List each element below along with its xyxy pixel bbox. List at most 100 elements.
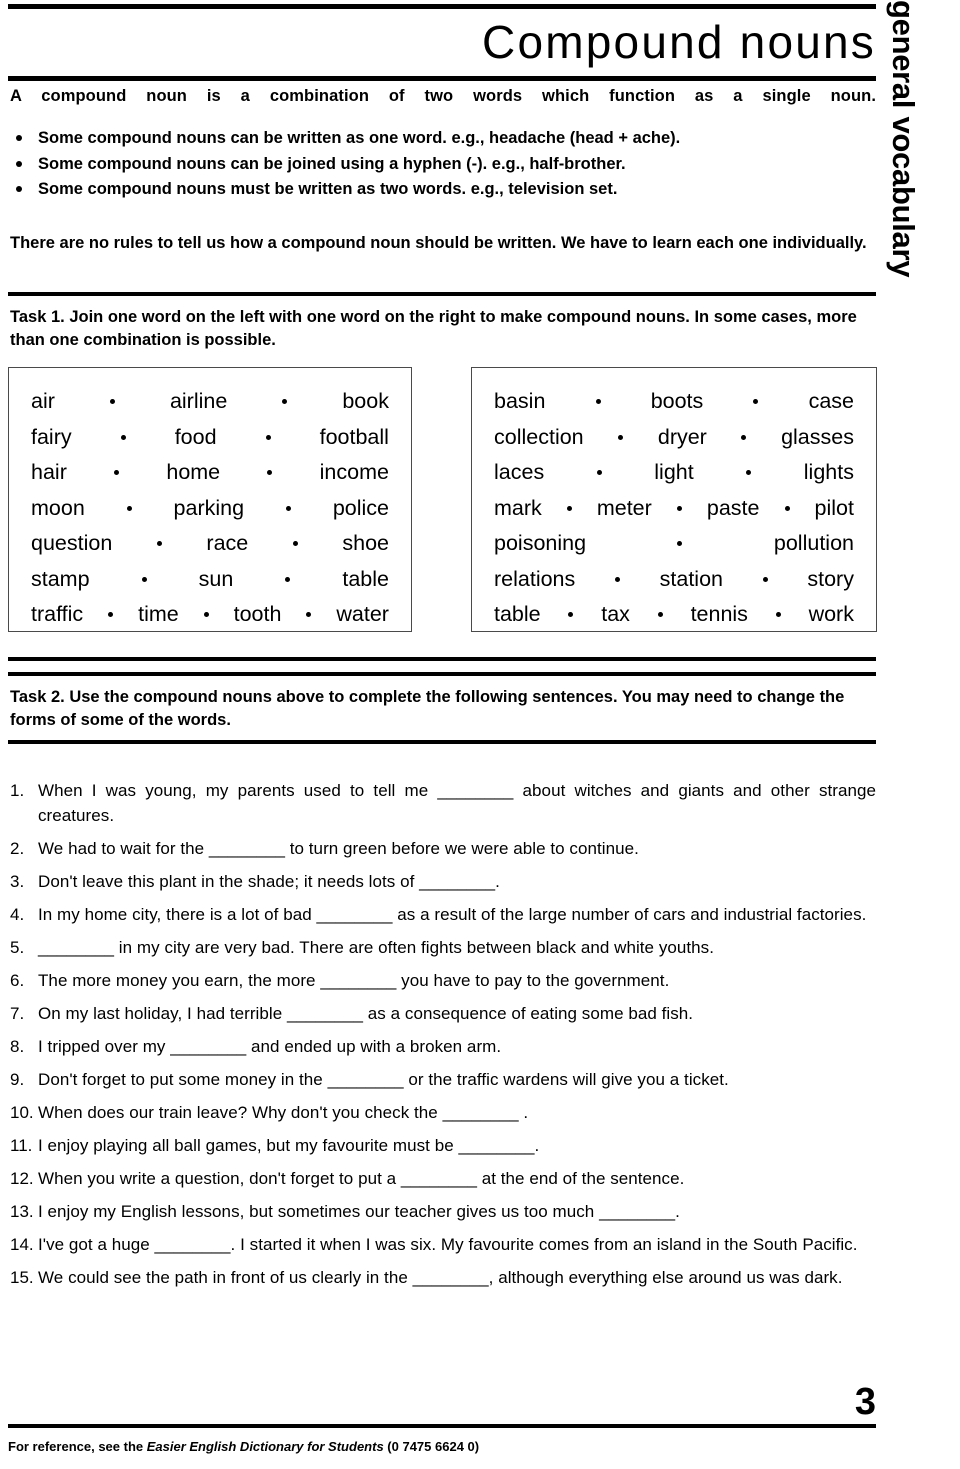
word-item: table <box>342 566 389 591</box>
list-item: 4. In my home city, there is a lot of ba… <box>8 903 876 928</box>
worksheet-page: Compound nouns general vocabulary A comp… <box>0 0 960 1469</box>
question-number: 14. <box>10 1234 34 1254</box>
bullet-separator-icon <box>126 505 132 511</box>
list-item: 7. On my last holiday, I had terrible __… <box>8 1002 876 1027</box>
word-item: football <box>319 424 389 449</box>
page-number: 3 <box>854 1381 876 1423</box>
word-row: table tax tennis work <box>494 597 854 633</box>
bullet-separator-icon <box>614 576 620 582</box>
list-item: 10. When does our train leave? Why don't… <box>8 1101 876 1126</box>
list-item: Some compound nouns can be written as on… <box>10 126 876 152</box>
bullet-separator-icon <box>566 505 572 511</box>
bullet-dot-icon <box>16 160 22 167</box>
list-item: 5. ________ in my city are very bad. The… <box>8 936 876 961</box>
word-item: hair <box>31 460 67 484</box>
task2-divider-rule-lower <box>8 672 876 676</box>
word-item: book <box>342 389 389 413</box>
bullet-separator-icon <box>568 612 574 618</box>
question-text: When does our train leave? Why don't you… <box>38 1102 529 1122</box>
footer-book-title: Easier English Dictionary for Students <box>146 1439 384 1454</box>
word-item: poisoning <box>494 531 587 555</box>
question-text: We had to wait for the ________ to turn … <box>38 838 639 858</box>
bullet-separator-icon <box>292 541 298 547</box>
list-item: 2. We had to wait for the ________ to tu… <box>8 837 876 862</box>
footer-rule <box>8 1424 876 1428</box>
task1-right-word-box: basin boots case collection dryer glasse… <box>471 367 877 632</box>
word-row: collection dryer glasses <box>494 420 854 456</box>
question-text: The more money you earn, the more ______… <box>38 970 670 990</box>
footer-suffix: (0 7475 6624 0) <box>383 1439 480 1454</box>
list-item: 13. I enjoy my English lessons, but some… <box>8 1200 876 1225</box>
word-item: mark <box>494 495 542 520</box>
word-row: laces light lights <box>494 455 854 491</box>
bullet-separator-icon <box>120 434 126 440</box>
bullet-separator-icon <box>775 612 781 618</box>
question-text: I tripped over my ________ and ended up … <box>38 1036 502 1056</box>
task1-heading: Task 1. Join one word on the left with o… <box>10 308 857 349</box>
footer-reference-note: For reference, see the Easier English Di… <box>8 1438 708 1456</box>
word-item: story <box>807 566 854 591</box>
word-item: time <box>138 602 179 626</box>
page-title: Compound nouns <box>482 16 876 68</box>
bullet-dot-icon <box>16 135 22 141</box>
bullet-separator-icon <box>746 470 752 476</box>
question-number: 13. <box>10 1201 34 1221</box>
bullet-separator-icon <box>265 434 271 440</box>
top-rule <box>8 4 876 9</box>
bullet-separator-icon <box>784 505 790 511</box>
word-item: glasses <box>781 424 854 449</box>
bullet-separator-icon <box>108 612 114 618</box>
question-text: I enjoy playing all ball games, but my f… <box>38 1135 540 1155</box>
task2-question-list: 1. When I was young, my parents used to … <box>8 779 876 1299</box>
bullet-separator-icon <box>156 541 162 547</box>
question-text: In my home city, there is a lot of bad _… <box>38 904 867 924</box>
question-number: 9. <box>10 1069 25 1089</box>
bullet-dot-icon <box>16 186 22 192</box>
word-row: basin boots case <box>494 384 854 420</box>
word-row: mark meter paste pilot <box>494 491 854 527</box>
word-row: air airline book <box>31 384 389 420</box>
word-item: traffic <box>31 602 84 626</box>
word-row: relations station story <box>494 562 854 598</box>
word-item: light <box>654 460 694 484</box>
question-number: 7. <box>10 1003 25 1023</box>
word-item: home <box>166 460 221 484</box>
word-item: case <box>808 389 854 413</box>
word-item: tax <box>601 602 630 626</box>
word-row: moon parking police <box>31 491 389 527</box>
bullet-separator-icon <box>741 434 747 440</box>
bullet-separator-icon <box>657 612 663 618</box>
bullet-separator-icon <box>762 576 768 582</box>
bullet-separator-icon <box>114 470 120 476</box>
bullet-separator-icon <box>285 505 291 511</box>
word-item: laces <box>494 460 545 484</box>
title-underline-rule <box>8 76 876 81</box>
question-number: 3. <box>10 871 25 891</box>
list-item: 12. When you write a question, don't for… <box>8 1167 876 1192</box>
word-row: traffic time tooth water <box>31 597 389 633</box>
list-item: 11. I enjoy playing all ball games, but … <box>8 1134 876 1159</box>
question-text: When you write a question, don't forget … <box>38 1168 685 1188</box>
word-item: paste <box>706 495 760 520</box>
bullet-separator-icon <box>753 399 759 405</box>
word-item: station <box>659 566 723 591</box>
question-text: On my last holiday, I had terrible _____… <box>38 1003 694 1023</box>
word-item: table <box>494 602 541 626</box>
intro-lead-text: A compound noun is a combination of two … <box>10 87 876 105</box>
intro-bullet-list: Some compound nouns can be written as on… <box>10 126 876 203</box>
word-item: air <box>31 389 55 413</box>
word-item: tooth <box>233 602 282 626</box>
list-item: 15. We could see the path in front of us… <box>8 1266 876 1291</box>
question-text: I've got a huge ________. I started it w… <box>38 1234 858 1254</box>
word-row: fairy food football <box>31 420 389 456</box>
word-item: water <box>336 602 389 626</box>
bullet-separator-icon <box>267 470 273 476</box>
word-item: collection <box>494 424 584 449</box>
section-tab-label: general vocabulary <box>886 0 921 278</box>
question-number: 15. <box>10 1267 34 1287</box>
task2-heading-underline-rule <box>8 740 876 744</box>
question-number: 10. <box>10 1102 34 1122</box>
footer-prefix: For reference, see the <box>8 1439 147 1454</box>
bullet-separator-icon <box>618 434 624 440</box>
question-text: Don't forget to put some money in the __… <box>38 1069 729 1089</box>
